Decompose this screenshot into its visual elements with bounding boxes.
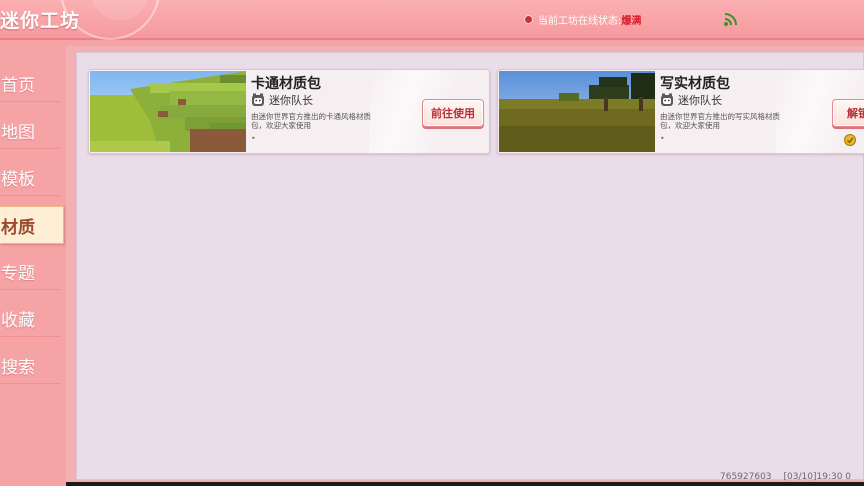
content-panel: 卡通材质包 迷你队长 由迷你世界官方推出的卡通风格材质包，欢迎大家使用 • 前往… bbox=[76, 52, 864, 480]
status-value: 爆满 bbox=[621, 15, 642, 27]
main-area: 卡通材质包 迷你队长 由迷你世界官方推出的卡通风格材质包，欢迎大家使用 • 前往… bbox=[66, 46, 864, 486]
sidebar-item-label: 地图 bbox=[1, 123, 35, 143]
card-bullet: • bbox=[251, 134, 256, 143]
bottom-edge bbox=[66, 482, 864, 486]
card-description: 由迷你世界官方推出的卡通风格材质包，欢迎大家使用 bbox=[251, 112, 371, 130]
sidebar-item-label: 收藏 bbox=[1, 311, 35, 331]
sidebar-item-label: 专题 bbox=[1, 264, 35, 284]
card-title: 写实材质包 bbox=[660, 76, 730, 92]
author-name: 迷你队长 bbox=[269, 94, 313, 107]
author-row: 迷你队长 bbox=[660, 92, 722, 108]
sidebar-item-label: 首页 bbox=[1, 76, 35, 96]
avatar-icon bbox=[661, 93, 673, 106]
coin-icon bbox=[844, 134, 856, 146]
sidebar-item-home[interactable]: 首页 bbox=[0, 66, 60, 102]
sidebar-item-label: 模板 bbox=[1, 170, 35, 190]
user-id: 765927603 bbox=[720, 472, 772, 482]
sidebar-item-search[interactable]: 搜索 bbox=[0, 348, 60, 384]
footer-info: 765927603 [03/10]19:30 0 bbox=[720, 472, 863, 482]
timestamp: [03/10]19:30 0 bbox=[783, 472, 852, 482]
card-description: 由迷你世界官方推出的写实风格材质包，欢迎大家使用 bbox=[660, 112, 780, 130]
online-status: 当前工坊在线状态: 爆满 bbox=[524, 11, 641, 27]
card-bullet: • bbox=[660, 134, 665, 143]
sidebar-item-topic[interactable]: 专题 bbox=[0, 254, 60, 290]
realistic-texture-thumbnail bbox=[499, 71, 655, 152]
unlock-button[interactable]: 解锁 bbox=[832, 99, 864, 127]
sidebar: 首页 地图 模板 材质 专题 收藏 搜索 bbox=[0, 42, 66, 486]
sidebar-item-label: 搜索 bbox=[1, 358, 35, 378]
texture-card-cartoon[interactable]: 卡通材质包 迷你队长 由迷你世界官方推出的卡通风格材质包，欢迎大家使用 • 前往… bbox=[88, 69, 490, 154]
status-label: 当前工坊在线状态: bbox=[538, 15, 622, 27]
use-button[interactable]: 前往使用 bbox=[422, 99, 484, 127]
card-title: 卡通材质包 bbox=[251, 76, 321, 92]
sidebar-item-texture[interactable]: 材质 bbox=[0, 206, 64, 244]
app-title: 迷你工坊 bbox=[0, 10, 81, 32]
avatar-icon bbox=[252, 93, 264, 106]
author-row: 迷你队长 bbox=[251, 92, 313, 108]
texture-card-realistic[interactable]: 写实材质包 迷你队长 由迷你世界官方推出的写实风格材质包，欢迎大家使用 • 解锁 bbox=[497, 69, 864, 154]
cartoon-texture-thumbnail bbox=[90, 71, 246, 152]
author-name: 迷你队长 bbox=[678, 94, 722, 107]
sidebar-item-label: 材质 bbox=[1, 217, 35, 238]
status-dot-icon bbox=[524, 14, 533, 24]
sidebar-item-map[interactable]: 地图 bbox=[0, 113, 60, 149]
signal-icon[interactable] bbox=[723, 11, 739, 27]
top-bar: 迷你工坊 当前工坊在线状态: 爆满 bbox=[0, 0, 864, 40]
sidebar-item-template[interactable]: 模板 bbox=[0, 160, 60, 196]
sidebar-item-favorites[interactable]: 收藏 bbox=[0, 301, 60, 337]
